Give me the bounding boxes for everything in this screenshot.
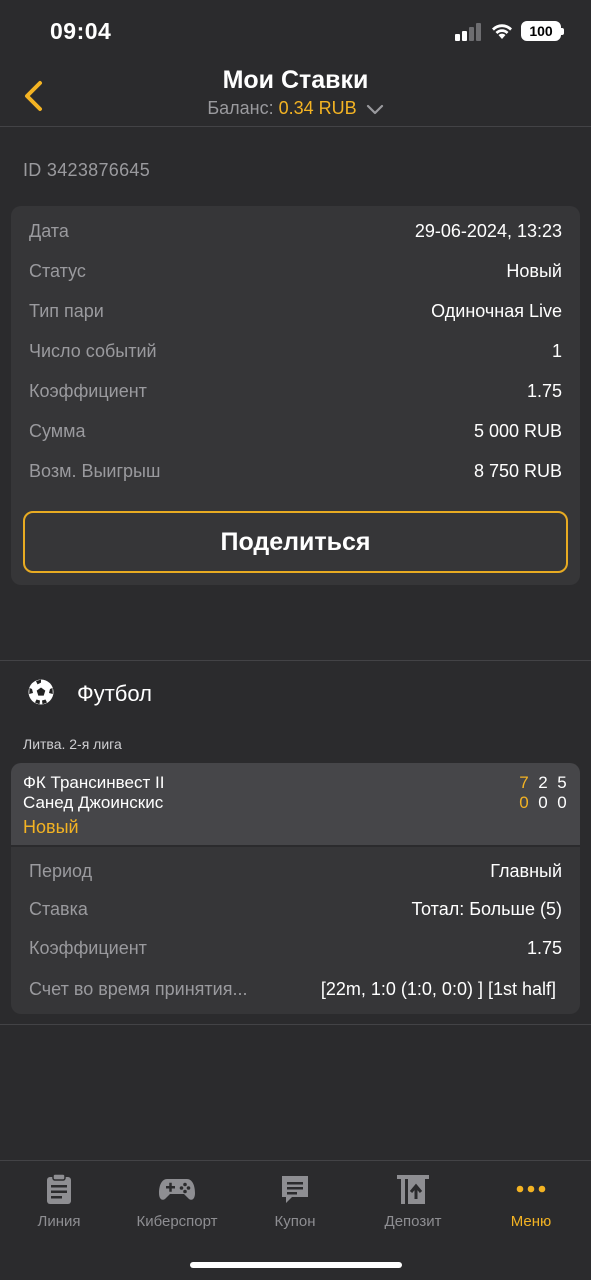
tab-coupon[interactable]: Купон — [236, 1173, 354, 1233]
event-details-card: Период Главный Ставка Тотал: Больше (5) … — [11, 847, 580, 1014]
event-row-score-at-acceptance: Счет во время принятия... [22m, 1:0 (1:0… — [29, 979, 562, 1003]
detail-value: 1 — [551, 341, 562, 361]
detail-value: 5 000 RUB — [473, 421, 562, 441]
score-home-total: 7 — [519, 773, 529, 792]
event-label: Период — [29, 861, 93, 881]
detail-label: Число событий — [29, 341, 157, 361]
event-label: Счет во время принятия... — [29, 979, 248, 999]
divider — [0, 1024, 591, 1025]
event-row-odds: Коэффициент 1.75 — [29, 938, 562, 962]
bet-id: ID 3423876645 — [23, 160, 151, 180]
tab-menu[interactable]: Меню — [472, 1173, 590, 1233]
tab-label: Купон — [274, 1213, 316, 1230]
status-time: 09:04 — [50, 18, 112, 44]
status-bar: 09:04 100 — [0, 0, 591, 60]
sport-header: Футбол — [0, 661, 591, 723]
tab-label: Линия — [37, 1213, 81, 1230]
sport-name: Футбол — [77, 681, 152, 706]
match-status: Новый — [23, 817, 79, 837]
event-label: Ставка — [29, 899, 88, 919]
detail-label: Сумма — [29, 421, 86, 441]
more-dots-icon — [516, 1185, 546, 1193]
team-away: Санед Джоинскис — [23, 793, 164, 812]
detail-row-status: Статус Новый — [29, 261, 562, 285]
page-title: Мои Ставки — [222, 66, 369, 94]
detail-label: Коэффициент — [29, 381, 147, 401]
event-row-period: Период Главный — [29, 861, 562, 885]
detail-value: 1.75 — [526, 381, 562, 401]
chevron-down-icon[interactable] — [366, 103, 384, 115]
tab-line[interactable]: Линия — [0, 1173, 118, 1233]
score-away-total: 0 — [519, 793, 529, 812]
coupon-icon — [282, 1176, 308, 1203]
event-value: Главный — [490, 861, 562, 881]
score-home-p2: 5 — [557, 773, 567, 792]
clipboard-icon — [47, 1173, 71, 1204]
detail-value: Одиночная Live — [431, 301, 562, 321]
event-value: 1.75 — [526, 938, 562, 958]
cellular-signal-icon — [455, 23, 483, 41]
detail-label: Дата — [29, 221, 69, 241]
balance-value: 0.34 RUB — [278, 98, 357, 118]
event-row-bet: Ставка Тотал: Больше (5) — [29, 899, 562, 923]
detail-value: 8 750 RUB — [473, 461, 562, 481]
bet-details-card: Дата 29-06-2024, 13:23 Статус Новый Тип … — [11, 206, 580, 585]
battery-icon: 100 — [521, 21, 564, 41]
detail-row-potential-win: Возм. Выигрыш 8 750 RUB — [29, 461, 562, 485]
gamepad-icon — [159, 1179, 195, 1200]
home-indicator[interactable] — [190, 1262, 402, 1268]
score-away-p1: 0 — [538, 793, 548, 812]
detail-label: Статус — [29, 261, 86, 281]
detail-row-date: Дата 29-06-2024, 13:23 — [29, 221, 562, 245]
wifi-icon — [492, 24, 512, 39]
tab-label: Депозит — [384, 1213, 442, 1230]
detail-label: Тип пари — [29, 301, 104, 321]
deposit-icon — [397, 1175, 429, 1204]
league-name: Литва. 2-я лига — [23, 736, 122, 752]
team-home: ФК Трансинвест II — [23, 773, 165, 792]
tab-label: Киберспорт — [136, 1213, 218, 1230]
detail-row-events-count: Число событий 1 — [29, 341, 562, 365]
soccer-ball-icon — [28, 679, 54, 705]
detail-value: 29-06-2024, 13:23 — [414, 221, 562, 241]
balance-selector[interactable]: Баланс: 0.34 RUB — [0, 98, 591, 119]
detail-value: Новый — [506, 261, 562, 281]
match-card[interactable]: ФК Трансинвест II Санед Джоинскис Новый … — [11, 763, 580, 845]
balance-label: Баланс: — [207, 98, 274, 118]
tab-label: Меню — [510, 1213, 552, 1230]
header: Мои Ставки Баланс: 0.34 RUB — [0, 60, 591, 127]
detail-row-odds: Коэффициент 1.75 — [29, 381, 562, 405]
detail-row-bet-type: Тип пари Одиночная Live — [29, 301, 562, 325]
event-value: [22m, 1:0 (1:0, 0:0) ] [1st half] — [320, 979, 556, 999]
score-home-p1: 2 — [538, 773, 548, 792]
event-value: Тотал: Больше (5) — [411, 899, 562, 919]
event-label: Коэффициент — [29, 938, 147, 958]
score-away-p2: 0 — [557, 793, 567, 812]
detail-label: Возм. Выигрыш — [29, 461, 161, 481]
share-button[interactable]: Поделиться — [23, 511, 568, 573]
tab-deposit[interactable]: Депозит — [354, 1173, 472, 1233]
tab-esports[interactable]: Киберспорт — [118, 1173, 236, 1233]
detail-row-stake: Сумма 5 000 RUB — [29, 421, 562, 445]
